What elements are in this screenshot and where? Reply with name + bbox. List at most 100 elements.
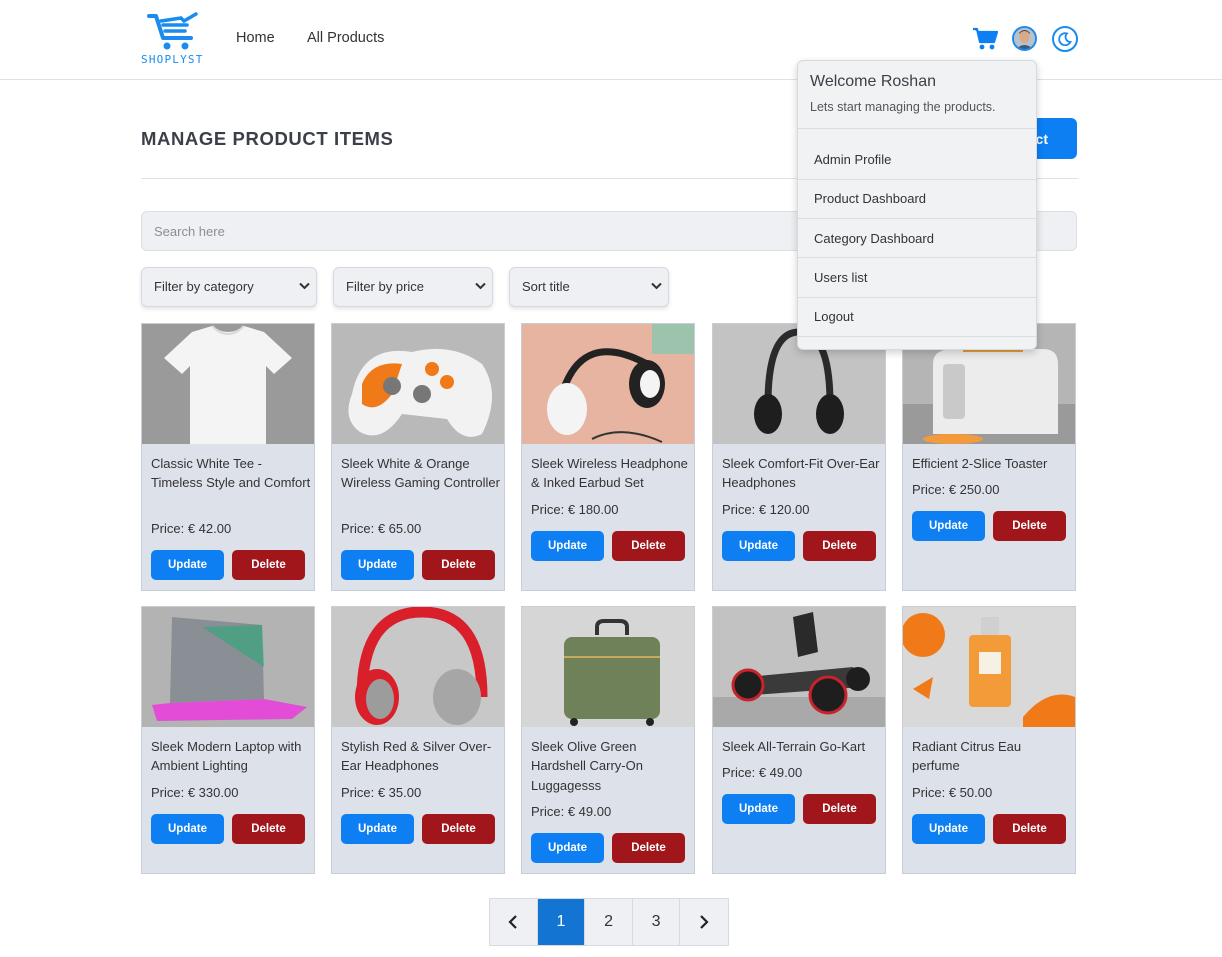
nav-all-products[interactable]: All Products xyxy=(307,30,384,46)
product-price: Price: € 50.00 xyxy=(912,785,993,800)
pagination-next[interactable] xyxy=(680,899,729,945)
delete-button[interactable]: Delete xyxy=(803,531,876,561)
product-image-go-kart xyxy=(713,607,885,727)
product-image-red-headphones xyxy=(332,607,504,727)
theme-toggle-button[interactable] xyxy=(1052,26,1078,52)
product-card: Sleek Olive Green Hardshell Carry-On Lug… xyxy=(521,606,695,874)
product-card: Sleek Modern Laptop with Ambient Lightin… xyxy=(141,606,315,874)
moon-icon xyxy=(1058,32,1072,46)
divider xyxy=(798,179,1036,180)
logo-text: SHOPLYST xyxy=(141,53,204,66)
chevron-right-icon xyxy=(700,915,709,929)
product-price: Price: € 35.00 xyxy=(341,785,422,800)
product-card: Sleek All-Terrain Go-Kart Price: € 49.00… xyxy=(712,606,886,874)
product-price: Price: € 250.00 xyxy=(912,482,1000,497)
product-image-laptop xyxy=(142,607,314,727)
delete-button[interactable]: Delete xyxy=(993,814,1066,844)
product-price: Price: € 49.00 xyxy=(531,804,612,819)
delete-button[interactable]: Delete xyxy=(422,814,495,844)
chevron-down-icon xyxy=(651,282,662,290)
product-image-tshirt xyxy=(142,324,314,444)
page-title: MANAGE PRODUCT ITEMS xyxy=(141,128,394,149)
cart-icon[interactable] xyxy=(972,27,998,51)
menu-item-product-dashboard[interactable]: Product Dashboard xyxy=(814,191,926,206)
update-button[interactable]: Update xyxy=(912,511,985,541)
pagination-page-3[interactable]: 3 xyxy=(632,899,681,945)
pagination: 1 2 3 xyxy=(489,898,729,946)
delete-button[interactable]: Delete xyxy=(232,550,305,580)
divider xyxy=(798,336,1036,337)
menu-item-logout[interactable]: Logout xyxy=(814,309,854,324)
divider xyxy=(798,257,1036,258)
sort-title-label: Sort title xyxy=(522,279,570,294)
product-title: Sleek Comfort-Fit Over-Ear Headphones xyxy=(722,456,880,491)
filter-category-label: Filter by category xyxy=(154,279,254,294)
update-button[interactable]: Update xyxy=(912,814,985,844)
delete-button[interactable]: Delete xyxy=(803,794,876,824)
product-title: Stylish Red & Silver Over-Ear Headphones xyxy=(341,739,492,774)
product-title: Sleek All-Terrain Go-Kart xyxy=(722,739,866,754)
product-price: Price: € 42.00 xyxy=(151,521,232,536)
product-price: Price: € 180.00 xyxy=(531,502,619,517)
dropdown-welcome: Welcome Roshan xyxy=(810,73,936,90)
product-card: Classic White Tee - Timeless Style and C… xyxy=(141,323,315,591)
delete-button[interactable]: Delete xyxy=(422,550,495,580)
menu-item-users-list[interactable]: Users list xyxy=(814,270,867,285)
product-card: Sleek Wireless Headphone & Inked Earbud … xyxy=(521,323,695,591)
avatar-image xyxy=(1014,28,1035,49)
product-price: Price: € 49.00 xyxy=(722,765,803,780)
chevron-down-icon xyxy=(299,282,310,290)
logo[interactable]: SHOPLYST xyxy=(141,12,207,68)
product-title: Sleek Modern Laptop with Ambient Lightin… xyxy=(151,739,302,774)
chevron-down-icon xyxy=(475,282,486,290)
sort-title-select[interactable]: Sort title xyxy=(509,267,669,307)
update-button[interactable]: Update xyxy=(151,814,224,844)
product-image-luggage xyxy=(522,607,694,727)
dropdown-subtitle: Lets start managing the products. xyxy=(810,100,996,114)
update-button[interactable]: Update xyxy=(151,550,224,580)
update-button[interactable]: Update xyxy=(722,531,795,561)
menu-item-category-dashboard[interactable]: Category Dashboard xyxy=(814,231,934,246)
product-card: Sleek White & Orange Wireless Gaming Con… xyxy=(331,323,505,591)
product-title: Classic White Tee - Timeless Style and C… xyxy=(151,456,311,491)
product-card: Stylish Red & Silver Over-Ear Headphones… xyxy=(331,606,505,874)
product-card: Radiant Citrus Eau perfume Price: € 50.0… xyxy=(902,606,1076,874)
product-image-perfume xyxy=(903,607,1075,727)
filter-price-select[interactable]: Filter by price xyxy=(333,267,493,307)
update-button[interactable]: Update xyxy=(531,531,604,561)
product-title: Efficient 2-Slice Toaster xyxy=(912,456,1048,471)
avatar[interactable] xyxy=(1012,26,1037,51)
user-dropdown-menu: Welcome Roshan Lets start managing the p… xyxy=(797,60,1037,350)
product-price: Price: € 330.00 xyxy=(151,785,239,800)
header: SHOPLYST Home All Products xyxy=(0,0,1222,80)
delete-button[interactable]: Delete xyxy=(612,531,685,561)
update-button[interactable]: Update xyxy=(531,833,604,863)
delete-button[interactable]: Delete xyxy=(232,814,305,844)
delete-button[interactable]: Delete xyxy=(612,833,685,863)
nav-home[interactable]: Home xyxy=(236,30,275,46)
logo-cart-icon xyxy=(147,12,198,50)
pagination-prev[interactable] xyxy=(490,899,538,945)
pagination-page-1[interactable]: 1 xyxy=(537,899,586,945)
product-title: Sleek Olive Green Hardshell Carry-On Lug… xyxy=(531,739,643,793)
update-button[interactable]: Update xyxy=(722,794,795,824)
product-image-controller xyxy=(332,324,504,444)
divider xyxy=(798,297,1036,298)
filter-price-label: Filter by price xyxy=(346,279,425,294)
pagination-page-2[interactable]: 2 xyxy=(585,899,633,945)
product-title: Sleek Wireless Headphone & Inked Earbud … xyxy=(531,456,688,491)
chevron-left-icon xyxy=(508,915,518,929)
product-card: Sleek Comfort-Fit Over-Ear Headphones Pr… xyxy=(712,323,886,591)
product-title: Radiant Citrus Eau perfume xyxy=(912,739,1022,774)
update-button[interactable]: Update xyxy=(341,814,414,844)
menu-item-admin-profile[interactable]: Admin Profile xyxy=(814,152,891,167)
product-card: Efficient 2-Slice Toaster Price: € 250.0… xyxy=(902,323,1076,591)
divider xyxy=(798,128,1036,129)
product-price: Price: € 65.00 xyxy=(341,521,422,536)
divider xyxy=(798,218,1036,219)
product-image-headphones-earbuds xyxy=(522,324,694,444)
delete-button[interactable]: Delete xyxy=(993,511,1066,541)
filter-category-select[interactable]: Filter by category xyxy=(141,267,317,307)
update-button[interactable]: Update xyxy=(341,550,414,580)
product-price: Price: € 120.00 xyxy=(722,502,810,517)
